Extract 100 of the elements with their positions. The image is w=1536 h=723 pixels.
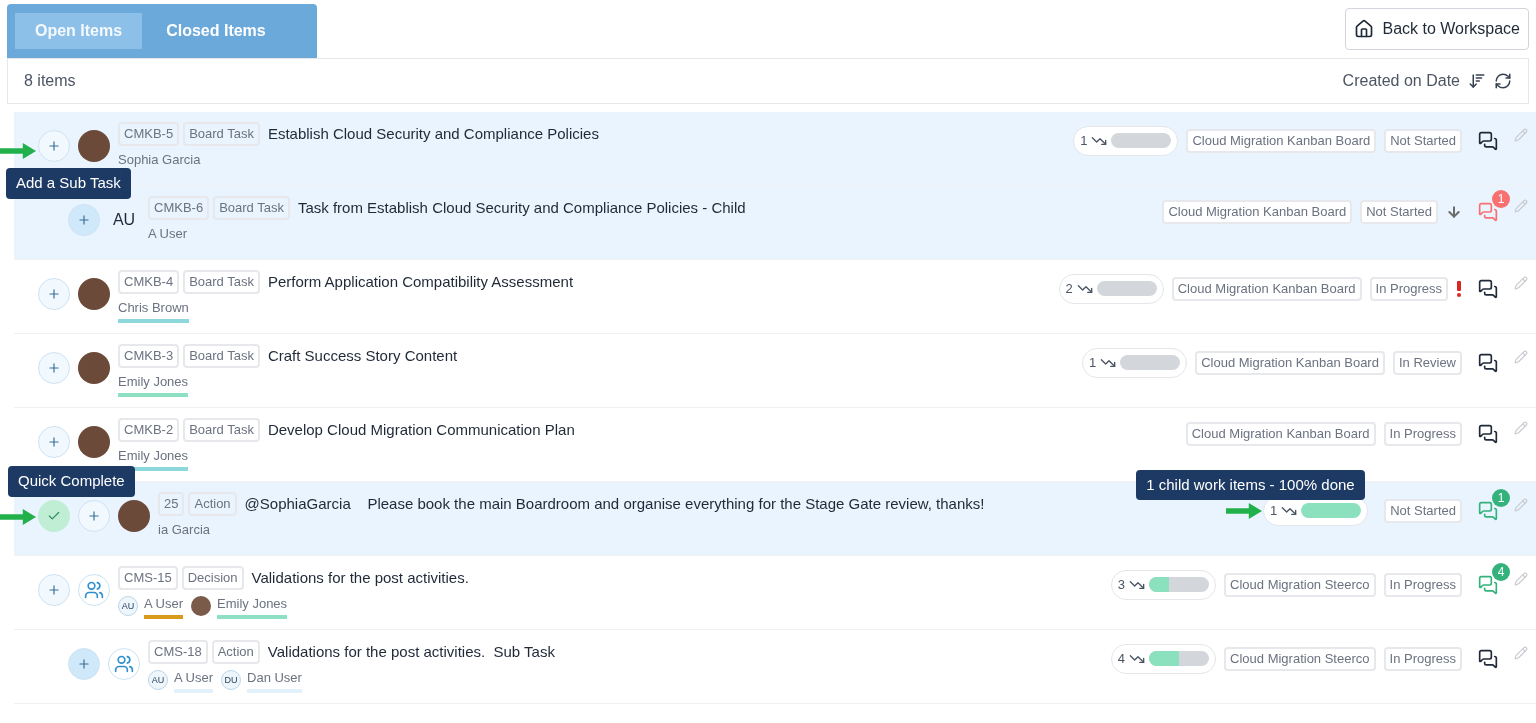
child-count: 1 (1088, 354, 1097, 372)
add-subtask-button[interactable] (38, 426, 70, 458)
plus-icon (87, 509, 101, 523)
plus-icon (47, 583, 61, 597)
item-id-tag: CMKB-2 (118, 418, 180, 442)
child-count: 3 (1117, 576, 1126, 594)
progress-pill[interactable]: 3 (1110, 570, 1217, 600)
item-title[interactable]: @SophiaGarcia Please book the main Boardroom and organise everything for the Stage Gate review, thanks! (244, 492, 985, 515)
item-count: 8 items (24, 71, 76, 91)
sort-icon[interactable] (1468, 72, 1486, 90)
item-type-tag: Board Task (183, 344, 260, 368)
assignee-name: ia Garcia (158, 520, 211, 539)
comment-count-badge: 1 (1492, 189, 1510, 208)
add-subtask-button[interactable] (38, 352, 70, 384)
comments-icon[interactable] (1478, 278, 1498, 299)
edit-icon[interactable] (1514, 127, 1528, 142)
plus-icon (47, 361, 61, 375)
item-title[interactable]: Validations for the post activities. Sub Task (267, 640, 555, 663)
item-title[interactable]: Validations for the post activities. (251, 566, 469, 589)
annotation-arrow (0, 143, 36, 159)
item-type-tag: Board Task (213, 196, 290, 220)
group-icon (108, 648, 140, 680)
back-to-workspace-button[interactable]: Back to Workspace (1345, 8, 1529, 50)
status-tag: Not Started (1384, 129, 1462, 153)
edit-icon[interactable] (1514, 349, 1528, 364)
quick-complete-button[interactable] (38, 500, 70, 532)
check-icon (47, 509, 61, 523)
progress-pill[interactable]: 1 (1081, 348, 1188, 378)
assignee-name: Sophia Garcia (118, 150, 201, 169)
avatar-photo-placeholder (118, 500, 150, 532)
board-tag: Cloud Migration Kanban Board (1195, 351, 1385, 375)
progress-pill[interactable]: 2 (1058, 274, 1164, 304)
annotation-arrow (0, 509, 36, 525)
item-id-tag: CMKB-3 (118, 344, 180, 368)
avatar-photo-placeholder (78, 278, 110, 310)
assignee-name: A User (148, 224, 187, 243)
edit-icon[interactable] (1514, 420, 1528, 435)
assignee-name: Emily Jones (118, 371, 189, 397)
item-type-tag: Action (211, 640, 260, 664)
avatar-initials: AU (111, 210, 137, 230)
progress-pill[interactable]: 1 (1073, 126, 1179, 156)
home-icon (1354, 19, 1375, 39)
status-tag: Not Started (1384, 499, 1462, 523)
add-subtask-button[interactable] (78, 500, 110, 532)
comments-icon[interactable] (1478, 423, 1498, 444)
board-tag: Cloud Migration Kanban Board (1185, 422, 1376, 446)
board-tag: Cloud Migration Kanban Board (1186, 129, 1377, 153)
add-subtask-button[interactable] (38, 574, 70, 606)
item-type-tag: Decision (181, 566, 244, 590)
status-tag: In Progress (1369, 277, 1448, 301)
edit-icon[interactable] (1514, 198, 1528, 213)
comments-icon[interactable] (1478, 130, 1498, 151)
item-id-tag: CMS-18 (148, 640, 208, 664)
plus-icon (77, 657, 91, 671)
item-type-tag: Board Task (183, 270, 260, 294)
board-tag: Cloud Migration Kanban Board (1171, 277, 1362, 301)
add-subtask-button[interactable] (68, 204, 100, 236)
edit-icon[interactable] (1514, 497, 1528, 512)
assignee-name: A User (144, 593, 183, 619)
item-title[interactable]: Perform Application Compatibility Assessment (267, 270, 574, 293)
sort-field-button[interactable]: Created on Date (1342, 69, 1460, 93)
item-id-tag: CMKB-5 (118, 122, 180, 146)
progress-pill[interactable]: 4 (1110, 644, 1217, 674)
edit-icon[interactable] (1514, 275, 1528, 290)
status-tag: In Progress (1383, 647, 1462, 671)
item-type-tag: Board Task (183, 418, 260, 442)
plus-icon (47, 435, 61, 449)
user-initials-badge: DU (221, 670, 241, 691)
add-subtask-button[interactable] (68, 648, 100, 680)
refresh-icon[interactable] (1494, 72, 1512, 90)
assignee-name: Chris Brown (118, 297, 189, 323)
user-initials-badge: AU (118, 596, 138, 617)
plus-icon (47, 287, 61, 301)
edit-icon[interactable] (1514, 571, 1528, 586)
status-tag: Not Started (1360, 200, 1438, 224)
add-subtask-button[interactable] (38, 130, 70, 162)
comments-icon[interactable] (1478, 648, 1498, 669)
board-tag: Cloud Migration Kanban Board (1162, 200, 1353, 224)
edit-icon[interactable] (1514, 645, 1528, 660)
board-tag: Cloud Migration Steerco (1224, 647, 1376, 671)
item-id-tag: CMKB-6 (148, 196, 210, 220)
item-title[interactable]: Craft Success Story Content (267, 344, 458, 367)
child-count: 4 (1117, 650, 1126, 668)
status-tag: In Progress (1383, 422, 1462, 446)
item-type-tag: Action (188, 492, 237, 516)
item-id-tag: CMKB-4 (118, 270, 180, 294)
item-title[interactable]: Develop Cloud Migration Communication Plan (267, 418, 575, 441)
item-title[interactable]: Task from Establish Cloud Security and Compliance Policies - Child (297, 196, 746, 219)
avatar-photo-placeholder (78, 130, 110, 162)
comments-icon[interactable] (1478, 352, 1498, 373)
comment-count-badge: 1 (1492, 488, 1510, 507)
group-icon (78, 574, 110, 606)
item-title[interactable]: Establish Cloud Security and Compliance Policies (267, 122, 599, 145)
comment-count-badge: 4 (1492, 562, 1510, 581)
child-count: 2 (1065, 280, 1073, 298)
add-subtask-button[interactable] (38, 278, 70, 310)
status-tag: In Progress (1383, 573, 1462, 597)
tooltip: Quick Complete (8, 466, 135, 497)
status-tag: In Review (1392, 351, 1462, 375)
assignee-name: A User (174, 667, 213, 693)
